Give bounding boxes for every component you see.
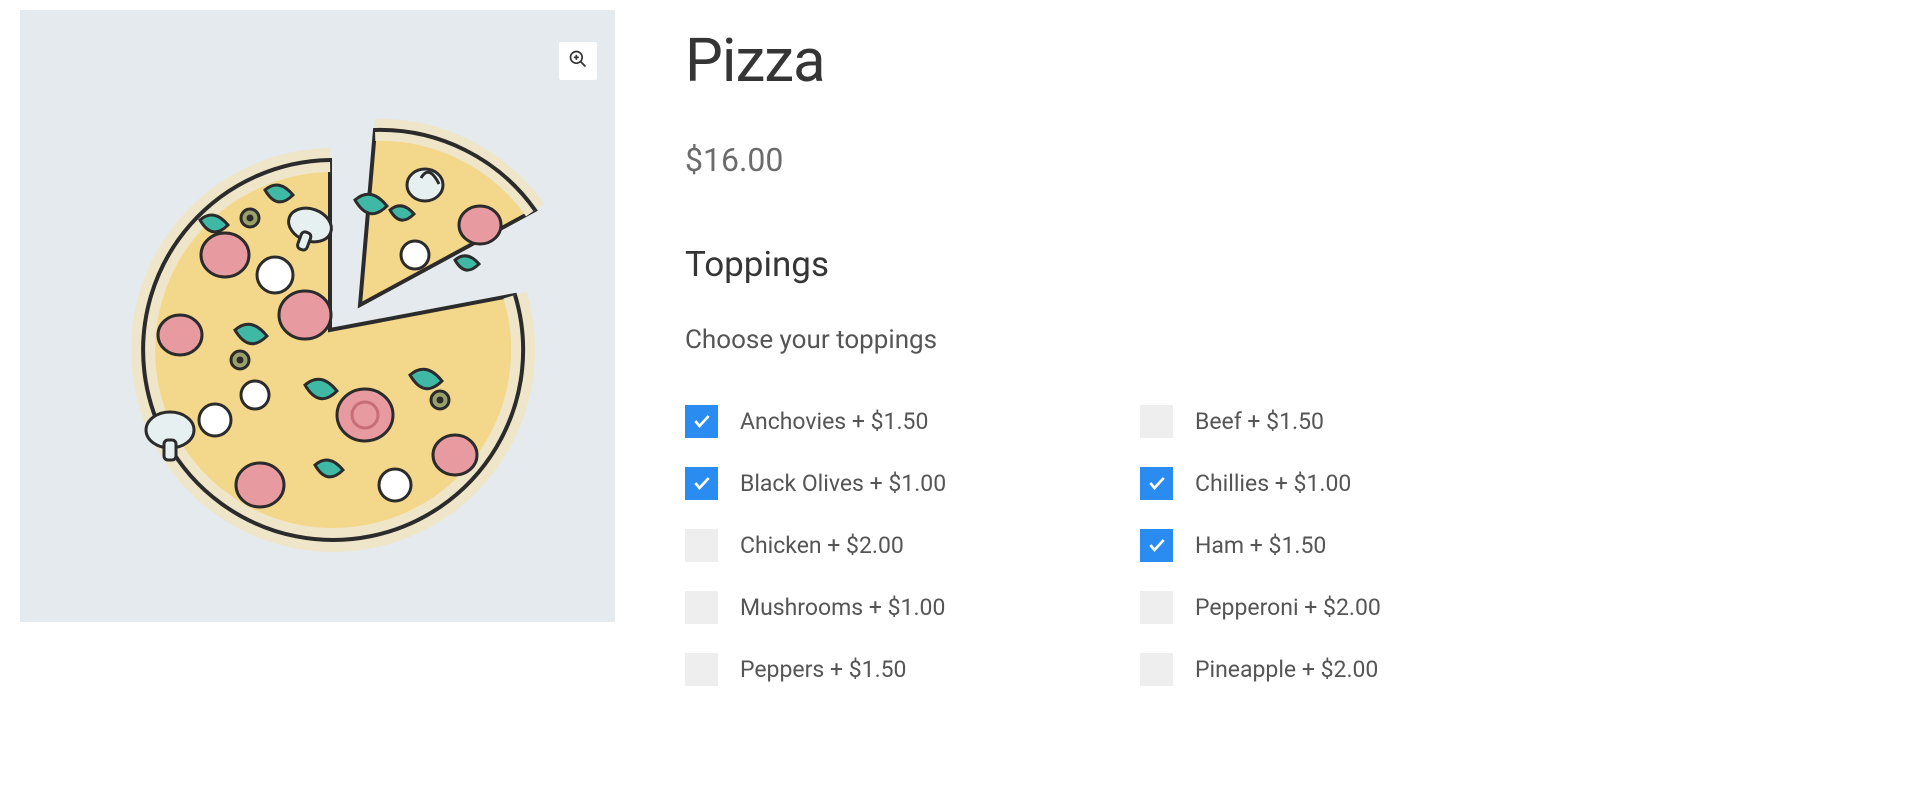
topping-checkbox[interactable]: [685, 653, 718, 686]
topping-checkbox[interactable]: [1140, 467, 1173, 500]
toppings-heading: Toppings: [685, 244, 1900, 285]
product-image-panel: [20, 10, 615, 622]
zoom-button[interactable]: [559, 42, 597, 80]
topping-label: Mushrooms + $1.00: [740, 594, 945, 621]
topping-option[interactable]: Ham + $1.50: [1140, 514, 1595, 576]
topping-checkbox[interactable]: [1140, 591, 1173, 624]
pizza-illustration: [105, 105, 555, 555]
topping-label: Pepperoni + $2.00: [1195, 594, 1381, 621]
topping-checkbox[interactable]: [1140, 653, 1173, 686]
product-title: Pizza: [685, 25, 1900, 96]
topping-option[interactable]: Pepperoni + $2.00: [1140, 576, 1595, 638]
topping-label: Chillies + $1.00: [1195, 470, 1351, 497]
toppings-subheading: Choose your toppings: [685, 325, 1900, 355]
topping-label: Peppers + $1.50: [740, 656, 906, 683]
topping-option[interactable]: Anchovies + $1.50: [685, 390, 1140, 452]
topping-label: Ham + $1.50: [1195, 532, 1326, 559]
product-price: $16.00: [685, 141, 1900, 179]
topping-checkbox[interactable]: [685, 591, 718, 624]
topping-label: Chicken + $2.00: [740, 532, 904, 559]
topping-checkbox[interactable]: [685, 405, 718, 438]
topping-label: Pineapple + $2.00: [1195, 656, 1378, 683]
topping-checkbox[interactable]: [1140, 529, 1173, 562]
product-details: Pizza $16.00 Toppings Choose your toppin…: [685, 10, 1900, 700]
zoom-in-icon: [568, 49, 588, 73]
topping-checkbox[interactable]: [685, 529, 718, 562]
topping-option[interactable]: Peppers + $1.50: [685, 638, 1140, 700]
topping-checkbox[interactable]: [685, 467, 718, 500]
topping-checkbox[interactable]: [1140, 405, 1173, 438]
topping-option[interactable]: Chicken + $2.00: [685, 514, 1140, 576]
topping-option[interactable]: Black Olives + $1.00: [685, 452, 1140, 514]
topping-label: Anchovies + $1.50: [740, 408, 928, 435]
topping-option[interactable]: Pineapple + $2.00: [1140, 638, 1595, 700]
topping-label: Beef + $1.50: [1195, 408, 1324, 435]
topping-label: Black Olives + $1.00: [740, 470, 946, 497]
topping-option[interactable]: Mushrooms + $1.00: [685, 576, 1140, 638]
topping-option[interactable]: Beef + $1.50: [1140, 390, 1595, 452]
toppings-grid: Anchovies + $1.50 Beef + $1.50 Black Olive…: [685, 390, 1900, 700]
topping-option[interactable]: Chillies + $1.00: [1140, 452, 1595, 514]
